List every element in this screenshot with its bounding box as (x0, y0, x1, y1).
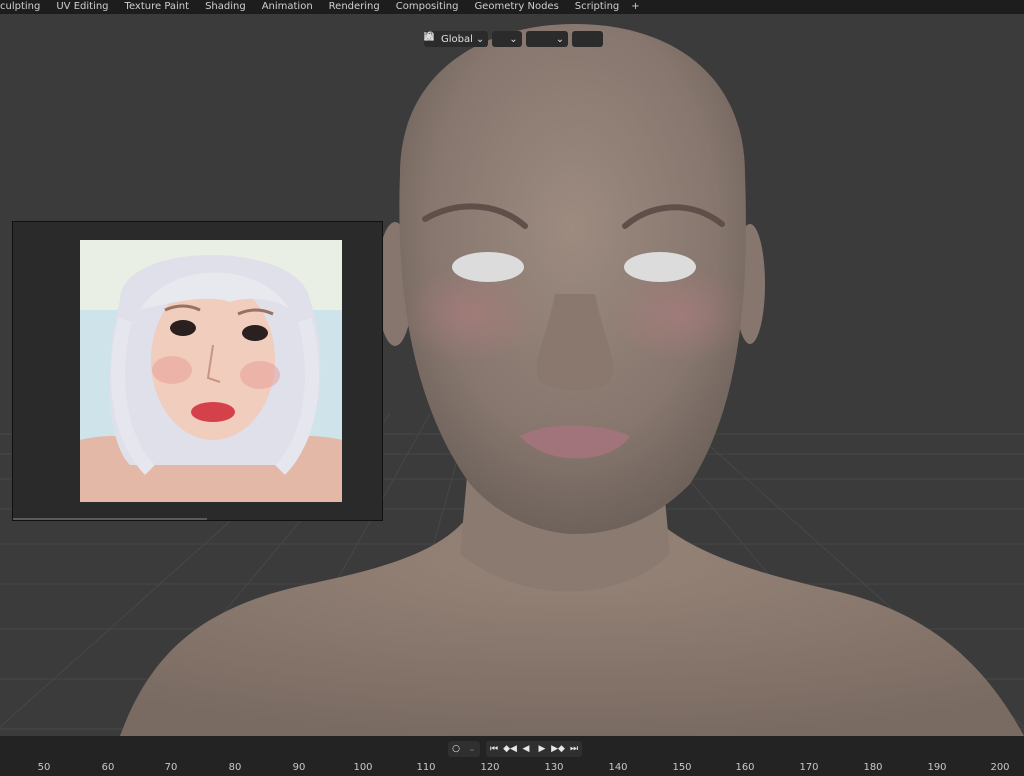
frame-tick: 150 (672, 762, 692, 773)
frame-tick: 120 (480, 762, 500, 773)
3d-viewport[interactable]: Global ⌄ ⌄ ⌄ (0, 14, 1024, 736)
chevron-down-icon[interactable]: ⌄ (464, 741, 480, 757)
chevron-down-icon: ⌄ (509, 33, 518, 45)
frame-tick: 70 (164, 762, 178, 773)
frame-tick: 90 (292, 762, 306, 773)
tab-compositing[interactable]: Compositing (388, 0, 467, 14)
frame-tick: 130 (544, 762, 564, 773)
jump-to-start-icon[interactable]: ⏮ (486, 741, 502, 757)
falloff-curve-icon (424, 31, 599, 44)
jump-to-end-icon[interactable]: ⏭ (566, 741, 582, 757)
tab-uv-editing[interactable]: UV Editing (48, 0, 116, 14)
proportional-edit-toggle[interactable] (424, 31, 604, 47)
tab-geometry-nodes[interactable]: Geometry Nodes (466, 0, 566, 14)
reference-image-panel[interactable] (12, 221, 383, 521)
pivot-point-dropdown[interactable]: ⌄ (424, 31, 522, 47)
reference-photo (80, 240, 342, 502)
frame-tick: 110 (416, 762, 436, 773)
tab-sculpting[interactable]: culpting (0, 0, 48, 14)
viewport-header-tools: Global ⌄ ⌄ ⌄ (424, 31, 604, 47)
magnet-icon (425, 32, 540, 44)
keying-group: ○ ⌄ (448, 741, 480, 757)
snap-increment-icon (424, 33, 553, 44)
orientation-label: Global (441, 33, 473, 45)
transport-group: ⏮ ◆◀ ◀ ▶ ▶◆ ⏭ (486, 741, 582, 757)
tab-animation[interactable]: Animation (254, 0, 321, 14)
timeline-editor: ○ ⌄ ⏮ ◆◀ ◀ ▶ ▶◆ ⏭ 50 60 70 80 90 100 110… (0, 736, 1024, 776)
frame-tick: 80 (228, 762, 242, 773)
frame-tick: 50 (37, 762, 51, 773)
frame-tick: 190 (927, 762, 947, 773)
snap-toggle[interactable]: ⌄ (424, 31, 569, 47)
jump-to-keyframe-back-icon[interactable]: ◆◀ (502, 741, 518, 757)
tab-texture-paint[interactable]: Texture Paint (117, 0, 198, 14)
left-eyeball (452, 252, 524, 282)
playback-controls: ○ ⌄ ⏮ ◆◀ ◀ ▶ ▶◆ ⏭ (448, 741, 582, 757)
tab-scripting[interactable]: Scripting (567, 0, 627, 14)
play-reverse-icon[interactable]: ◀ (518, 741, 534, 757)
play-icon[interactable]: ▶ (534, 741, 550, 757)
chevron-down-icon: ⌄ (555, 33, 565, 45)
frame-tick: 100 (353, 762, 373, 773)
tab-shading[interactable]: Shading (197, 0, 254, 14)
frame-tick: 170 (799, 762, 819, 773)
tab-rendering[interactable]: Rendering (321, 0, 388, 14)
link-icon (424, 31, 506, 44)
frame-tick: 160 (735, 762, 755, 773)
frame-tick: 200 (990, 762, 1010, 773)
add-workspace-button[interactable]: + (627, 0, 643, 14)
right-eyeball (624, 252, 696, 282)
frame-tick: 60 (101, 762, 115, 773)
proportional-edit-icon (427, 34, 586, 44)
frame-tick: 180 (863, 762, 883, 773)
frame-ruler[interactable]: 50 60 70 80 90 100 110 120 130 140 150 1… (0, 762, 1024, 776)
reference-panel-scrollbar[interactable] (13, 518, 207, 520)
frame-tick: 140 (608, 762, 628, 773)
workspace-tabs-bar: culpting UV Editing Texture Paint Shadin… (0, 0, 1024, 14)
chevron-down-icon: ⌄ (475, 33, 485, 45)
jump-to-keyframe-forward-icon[interactable]: ▶◆ (550, 741, 566, 757)
record-keyframe-button[interactable]: ○ (448, 741, 464, 757)
